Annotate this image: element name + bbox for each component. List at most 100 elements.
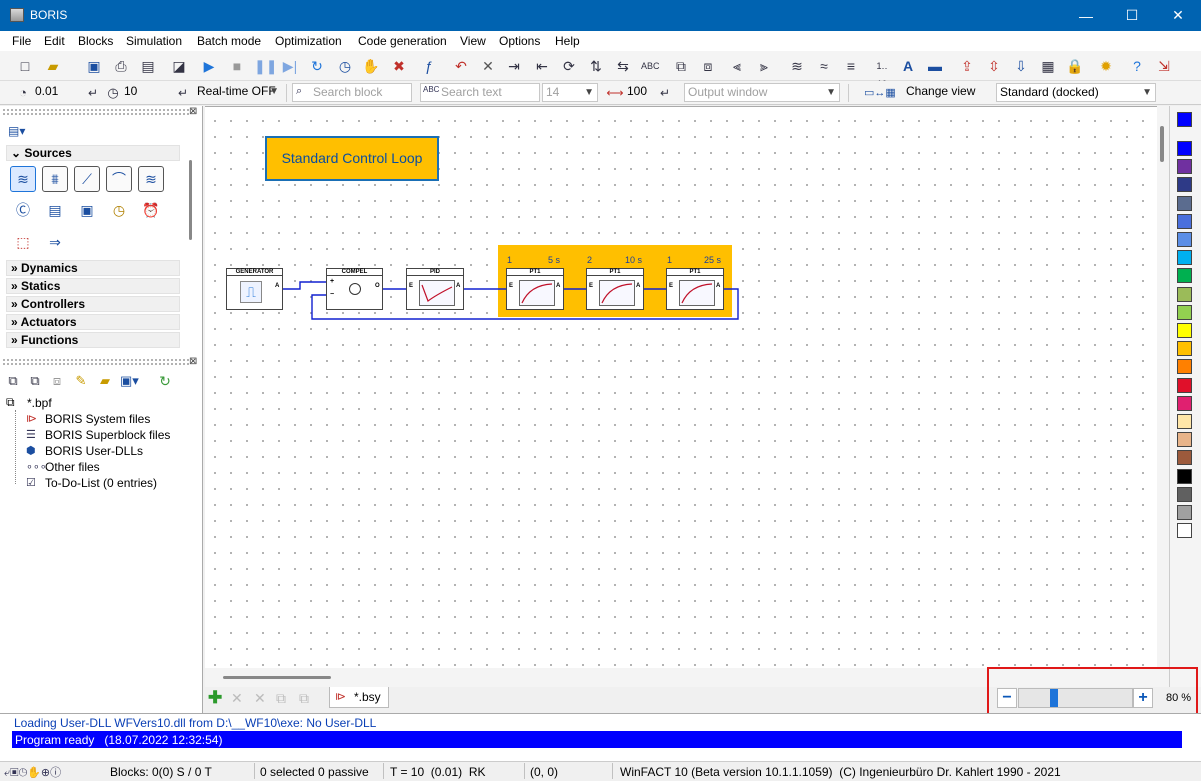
minimize-button[interactable]: — <box>1063 0 1109 31</box>
generator-block[interactable]: GENERATOR ⎍ A <box>226 268 283 310</box>
lock-icon[interactable]: 🔒 <box>1066 57 1084 75</box>
output-port[interactable]: A <box>456 283 460 289</box>
pause-icon[interactable]: ❚❚ <box>254 57 277 75</box>
align-left-icon[interactable]: ⫷ <box>728 57 746 75</box>
project-wand-icon[interactable]: ✎ <box>72 372 90 390</box>
zoom-slider-thumb[interactable] <box>1050 689 1059 707</box>
output-window-select[interactable]: Output window ▼ <box>684 83 840 102</box>
color-swatch[interactable] <box>1177 159 1192 175</box>
realtime-select[interactable]: Real-time OFF ▼ <box>194 83 282 102</box>
cube-source-icon[interactable]: ⬚ <box>10 230 36 256</box>
color-swatch[interactable] <box>1177 505 1192 520</box>
step-icon[interactable]: ▶| <box>281 57 299 75</box>
menu-blocks[interactable]: Blocks <box>78 34 113 48</box>
view-mode-select[interactable]: Standard (docked) ▼ <box>996 83 1156 102</box>
library-view-icon[interactable]: ▤▾ <box>8 124 25 138</box>
input-arrow-icon[interactable]: ⇒ <box>42 230 68 256</box>
color-swatch[interactable] <box>1177 377 1192 393</box>
tree-item-user-dlls[interactable]: BORIS User-DLLs <box>45 444 143 458</box>
apply-icon[interactable]: ↵ <box>174 84 192 102</box>
project-open-icon[interactable]: ▰ <box>96 372 114 390</box>
open-folder-icon[interactable]: ▰ <box>44 57 62 75</box>
import-icon[interactable]: ⇪ <box>958 57 976 75</box>
wire-icon[interactable]: ≡ <box>842 57 860 75</box>
undo-icon[interactable]: ↶ <box>452 57 470 75</box>
pulse-icon[interactable]: ⌒ <box>106 166 132 192</box>
color-swatch[interactable] <box>1177 268 1192 284</box>
noise-generator-icon[interactable]: ≋ <box>10 166 36 192</box>
output-port[interactable]: A <box>556 283 560 289</box>
align-right-icon[interactable]: ⫸ <box>755 57 773 75</box>
help-icon[interactable]: ? <box>1128 57 1146 75</box>
panel-grip[interactable] <box>2 358 190 366</box>
function-icon[interactable]: ƒ <box>420 57 438 75</box>
add-tab-icon[interactable]: ✚ <box>208 688 222 708</box>
color-swatch[interactable] <box>1177 250 1192 266</box>
apply-icon[interactable]: ↵ <box>84 84 102 102</box>
input-port[interactable]: E <box>669 283 673 289</box>
output-port[interactable]: A <box>716 283 720 289</box>
vertical-scrollbar[interactable] <box>1157 106 1169 668</box>
paste-icon[interactable]: ⇤ <box>533 57 551 75</box>
menu-simulation[interactable]: Simulation <box>126 34 182 48</box>
rotate-icon[interactable]: ⟳ <box>560 57 578 75</box>
grid-icon[interactable]: 1‥10 <box>873 57 891 89</box>
library-scrollbar[interactable] <box>189 160 192 240</box>
project-new-icon[interactable]: ⧉ <box>4 372 22 390</box>
route-icon[interactable]: ≈ <box>815 57 833 75</box>
panel-grip[interactable] <box>2 108 190 116</box>
menu-optimization[interactable]: Optimization <box>275 34 342 48</box>
timer-source-icon[interactable]: ◷ <box>106 198 132 224</box>
tab-bsy[interactable]: ⧐ *.bsy <box>329 687 389 708</box>
maximize-button[interactable]: ☐ <box>1109 0 1155 31</box>
group-icon[interactable]: ⧉ <box>672 57 690 75</box>
zoom-slider[interactable] <box>1018 688 1133 708</box>
color-swatch[interactable] <box>1177 323 1192 338</box>
spellcheck-icon[interactable]: ABC <box>641 57 660 75</box>
horizontal-scroll-thumb[interactable] <box>223 676 331 679</box>
pt1-block-3[interactable]: PT1 E A <box>666 268 724 310</box>
zoom-out-button[interactable]: − <box>997 688 1017 708</box>
file-source-icon[interactable]: ▤ <box>42 198 68 224</box>
font-size-select[interactable]: 14 ▼ <box>542 83 598 102</box>
output-port[interactable]: A <box>636 283 640 289</box>
mirror-icon[interactable]: ⇆ <box>614 57 632 75</box>
color-swatch[interactable] <box>1177 286 1192 302</box>
category-statics[interactable]: » Statics <box>6 278 180 294</box>
tree-item-other-files[interactable]: Other files <box>45 460 100 474</box>
status-tool-icons[interactable]: ⤶▣◷✋⊕ⓘ <box>4 764 61 780</box>
close-icon[interactable]: ⊠ <box>189 356 197 367</box>
close-all-tabs-icon[interactable]: ✕ <box>254 690 266 707</box>
print-icon[interactable]: ⎙ <box>112 57 130 75</box>
color-swatch[interactable] <box>1177 432 1192 448</box>
new-file-icon[interactable]: □ <box>16 57 34 75</box>
stop-icon[interactable]: ■ <box>228 57 246 75</box>
color-swatch[interactable] <box>1177 213 1192 229</box>
export-icon[interactable]: ▤ <box>139 57 157 75</box>
plus-port[interactable]: + <box>330 278 334 285</box>
project-root[interactable]: *.bpf <box>27 396 52 410</box>
color-swatch[interactable] <box>1177 232 1192 247</box>
pt1-block-2[interactable]: PT1 E A <box>586 268 644 310</box>
current-color-swatch[interactable] <box>1177 112 1192 127</box>
apply-icon[interactable]: ↵ <box>656 84 674 102</box>
tree-item-todo-list[interactable]: To-Do-List (0 entries) <box>45 476 157 490</box>
copy-tab-icon[interactable]: ⧉ <box>299 690 309 707</box>
exit-icon[interactable]: ⇲ <box>1155 57 1173 75</box>
picture-icon[interactable]: ▬ <box>926 57 944 75</box>
step-size-field[interactable]: 0.01 <box>32 83 80 102</box>
close-button[interactable]: ✕ <box>1155 0 1201 31</box>
color-swatch[interactable] <box>1177 486 1192 502</box>
split-icon[interactable]: ⇳ <box>985 57 1003 75</box>
vertical-scroll-thumb[interactable] <box>1160 126 1164 162</box>
database-icon[interactable]: ▣ <box>74 198 100 224</box>
hand-icon[interactable]: ✋ <box>362 57 380 75</box>
close-icon[interactable]: ⊠ <box>189 106 197 117</box>
category-sources[interactable]: ⌄ Sources <box>6 145 180 161</box>
output-port[interactable]: A <box>275 283 279 289</box>
constant-icon[interactable]: Ⓒ <box>10 198 36 224</box>
menu-edit[interactable]: Edit <box>44 34 65 48</box>
minus-port[interactable]: − <box>330 291 334 298</box>
category-dynamics[interactable]: » Dynamics <box>6 260 180 276</box>
tree-item-system-files[interactable]: BORIS System files <box>45 412 150 426</box>
